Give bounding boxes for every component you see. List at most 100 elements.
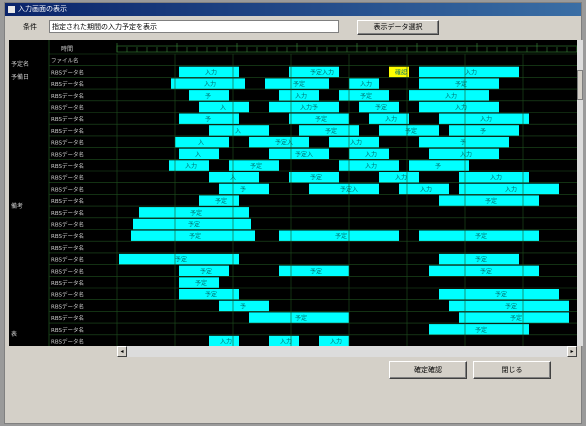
scroll-right-arrow-icon[interactable]: ▸ [567, 346, 577, 357]
row-label: RBSデータ名 [51, 279, 84, 287]
row-label: RBSデータ名 [51, 139, 84, 147]
vertical-scroll-thumb[interactable] [577, 70, 583, 100]
row-label: RBSデータ名 [51, 314, 84, 322]
row-label: RBSデータ名 [51, 326, 84, 334]
schedule-bar-label: 予定 [175, 256, 187, 264]
row-label: RBSデータ名 [51, 150, 84, 158]
schedule-bar-label: 予定 [293, 80, 305, 88]
schedule-bar-label: 入 [220, 105, 226, 112]
main-window: 入力画面の表示 条件 指定された期間の入力予定を表示 表示データ選択 時間予定名… [4, 2, 583, 424]
schedule-bar-label: 入力 [465, 68, 477, 76]
schedule-bar-label: 入力 [295, 92, 307, 100]
schedule-bar-label: 予定 [200, 267, 212, 275]
schedule-bar-label: 予 [205, 115, 211, 123]
schedule-bar-label: 予定 [485, 197, 497, 205]
schedule-bar-label: 予定 [315, 115, 327, 123]
schedule-bar-label: 予定 [189, 232, 201, 240]
row-label: RBSデータ名 [51, 232, 84, 240]
search-input[interactable]: 指定された期間の入力予定を表示 [49, 20, 339, 33]
schedule-bar-label: 予定 [188, 221, 200, 229]
scroll-left-arrow-icon[interactable]: ◂ [117, 346, 127, 357]
schedule-bar-label: 予定 [310, 267, 322, 275]
schedule-bar-label: 入力 [365, 162, 377, 170]
schedule-bar-label: 予定 [215, 197, 227, 205]
section-label: 予備日 [11, 73, 29, 81]
schedule-bar-label: 予 [240, 185, 246, 193]
schedule-bar-label: 入 [195, 151, 201, 158]
schedule-bar-label: 入力 [420, 185, 432, 193]
schedule-bar-label: 予定 [310, 174, 322, 182]
schedule-bar-label: 入力 [445, 92, 457, 100]
schedule-bar-label: 予定 [195, 279, 207, 287]
horizontal-scrollbar[interactable]: ◂ ▸ [117, 346, 577, 357]
schedule-bar-label: 予定 [360, 92, 372, 100]
row-label: RBSデータ名 [51, 68, 84, 76]
vertical-scrollbar[interactable] [577, 40, 583, 346]
schedule-bar-label: 入力 [185, 162, 197, 170]
schedule-bar-label: 予定 [250, 162, 262, 170]
row-label: RBSデータ名 [51, 267, 84, 275]
schedule-bar-label: 入力 [460, 150, 472, 158]
row-label: RBSデータ名 [51, 256, 84, 264]
search-label: 条件 [23, 23, 37, 31]
time-header-label: 時間 [61, 45, 73, 53]
schedule-bar-label: 予定入 [275, 139, 293, 147]
schedule-bar-label: 予定 [510, 314, 522, 322]
row-label: RBSデータ名 [51, 197, 84, 205]
row-label: RBSデータ名 [51, 221, 84, 229]
schedule-bar-label: 入 [235, 128, 241, 135]
schedule-bar-label: 予定 [375, 104, 387, 112]
schedule-bar-label: 予定入力 [310, 68, 334, 76]
close-button[interactable]: 閉じる [473, 361, 551, 379]
row-label: RBSデータ名 [51, 302, 84, 310]
row-label: RBSデータ名 [51, 115, 84, 123]
schedule-bar-label: 予定 [335, 232, 347, 240]
schedule-bar-label: 予定 [475, 256, 487, 264]
schedule-bar-label: 入力 [395, 174, 407, 182]
row-label: ファイル名 [51, 57, 79, 65]
schedule-bar-label: 予定 [475, 232, 487, 240]
schedule-bar-label: 入力 [350, 139, 362, 147]
row-label: RBSデータ名 [51, 162, 84, 170]
schedule-bar-label: 入力 [385, 115, 397, 123]
schedule-grid[interactable]: 時間 予定名 予備日 備考表ファイル名 RBSデータ名 入力 予定入力 確認 入力 RBSデータ名… [9, 40, 577, 346]
select-data-button[interactable]: 表示データ選択 [357, 20, 439, 35]
schedule-bar-label: 入力 [490, 174, 502, 182]
row-label: RBSデータ名 [51, 92, 84, 100]
schedule-bar-label: 予定 [480, 267, 492, 275]
row-label: RBSデータ名 [51, 127, 84, 135]
schedule-bar-label: 予定入 [295, 150, 313, 158]
schedule-bar-label: 入力 [365, 150, 377, 158]
section-label: 表 [11, 330, 17, 338]
title-bar: 入力画面の表示 [5, 3, 581, 16]
schedule-bar-label: 予 [205, 92, 211, 100]
app-icon [8, 6, 15, 13]
schedule-bar-label: 予定 [505, 302, 517, 310]
schedule-bar-label: 入力 [204, 80, 216, 88]
schedule-bar-label: 入力 [480, 115, 492, 123]
confirm-button[interactable]: 確定確認 [389, 361, 467, 379]
schedule-bar-label: 入 [198, 140, 204, 147]
schedule-bar-label: 入力 [280, 338, 292, 346]
row-label: RBSデータ名 [51, 244, 84, 252]
schedule-bar-label: 予 [480, 127, 486, 135]
schedule-bar-label: 入力 [220, 338, 232, 346]
section-label: 備考 [11, 202, 23, 210]
schedule-chart: 時間予定名予備日備考表ファイル名RBSデータ名 入力 予定入力 確認 入力RBSデータ名… [11, 40, 577, 346]
schedule-bar-label: 予定 [295, 314, 307, 322]
schedule-bar-label: 入力 [205, 68, 217, 76]
schedule-bar-label: 予定 [190, 209, 202, 217]
schedule-bar-label: 入力予 [300, 104, 318, 112]
schedule-bar-label: 予定 [475, 326, 487, 334]
row-label: RBSデータ名 [51, 291, 84, 299]
window-title: 入力画面の表示 [18, 5, 67, 13]
schedule-bar-label: 予 [240, 302, 246, 310]
schedule-bar-label: 予 [435, 162, 441, 170]
row-label: RBSデータ名 [51, 338, 84, 346]
schedule-bar-label: 入力 [330, 338, 342, 346]
section-label: 予定名 [11, 60, 29, 68]
schedule-bar-label: 入力 [360, 80, 372, 88]
schedule-bar-label: 予定 [325, 127, 337, 135]
row-label: RBSデータ名 [51, 185, 84, 193]
row-label: RBSデータ名 [51, 104, 84, 112]
